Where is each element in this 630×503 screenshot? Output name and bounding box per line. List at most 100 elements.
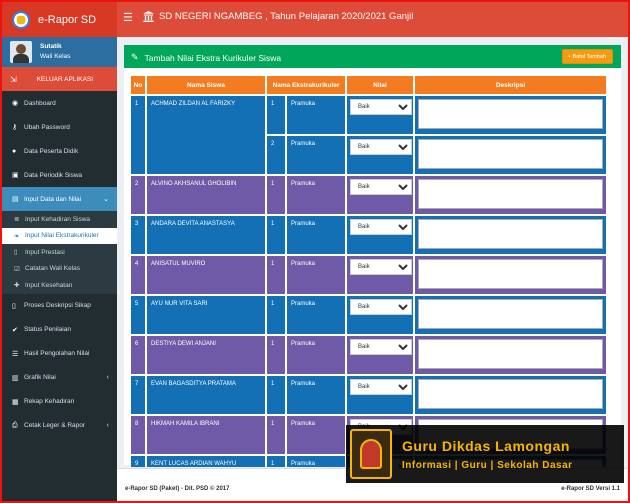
table-row: 5 AYU NUR VITA SARI 1 Pramuka Baik xyxy=(131,296,606,334)
sidebar-item-input-data[interactable]: ▤ Input Data dan Nilai ⌄ xyxy=(2,187,117,211)
chevron-down-icon: ⌄ xyxy=(103,196,109,203)
school-title: SD NEGERI NGAMBEG , Tahun Pelajaran 2020… xyxy=(143,11,413,22)
row-no: 8 xyxy=(131,416,145,454)
table-row: 3 ANDARA DEVITA ANASTASYA 1 Pramuka Baik xyxy=(131,216,606,254)
submenu-kesehatan[interactable]: ✚ Input Kesehatan xyxy=(2,277,117,294)
ekskul-no: 1 xyxy=(267,376,285,414)
list-icon: ☰ xyxy=(12,350,19,358)
nilai-select[interactable]: Baik xyxy=(350,219,412,235)
submenu-kehadiran[interactable]: ≣ Input Kehadiran Siswa xyxy=(2,211,117,228)
nilai-select[interactable]: Baik xyxy=(350,179,412,195)
chart-icon: ▥ xyxy=(12,374,19,382)
logout-label: KELUAR APLIKASI xyxy=(36,75,94,83)
deskripsi-textarea[interactable] xyxy=(418,219,603,249)
footer-version: e-Rapor SD Versi 1.1 xyxy=(561,486,620,492)
top-header: e-Rapor SD ☰ SD NEGERI NGAMBEG , Tahun P… xyxy=(2,2,628,37)
deskripsi-textarea[interactable] xyxy=(418,259,603,289)
file-icon: ▯ xyxy=(14,249,18,257)
submenu-prestasi[interactable]: ▯ Input Prestasi xyxy=(2,244,117,261)
ekskul-no: 1 xyxy=(267,456,285,467)
student-name: ANDARA DEVITA ANASTASYA xyxy=(147,216,265,254)
col-header-nilai: Nilai xyxy=(347,76,413,94)
sidebar-item-periodik[interactable]: ▣ Data Periodik Siswa xyxy=(2,163,117,187)
ekskul-table: No Nama Siswa Nama Ekstrakurikuler Nilai… xyxy=(129,74,608,467)
watermark-title: Guru Dikdas Lamongan xyxy=(402,437,570,454)
submenu-catatan[interactable]: ☑ Catatan Wali Kelas xyxy=(2,261,117,278)
check-circle-icon: ✔ xyxy=(12,326,18,334)
plus-icon: ✚ xyxy=(14,282,20,290)
sidebar: Sutatik Wali Kelas ⇲ KELUAR APLIKASI ◉ Da… xyxy=(2,37,117,501)
box-header: ✎ Tambah Nilai Ekstra Kurikuler Siswa ▪ … xyxy=(124,47,621,68)
nilai-select[interactable]: Baik xyxy=(350,339,412,355)
deskripsi-textarea[interactable] xyxy=(418,99,603,129)
sidebar-item-rekap[interactable]: ▦ Rekap Kehadiran xyxy=(2,390,117,414)
save-icon: ▪ xyxy=(568,53,571,60)
ekskul-name: Pramuka xyxy=(287,296,345,334)
watermark-logo-icon xyxy=(350,429,392,479)
sidebar-item-status[interactable]: ✔ Status Penilaian xyxy=(2,318,117,342)
user-panel: Sutatik Wali Kelas xyxy=(2,37,117,67)
submenu-ekstrakurikuler[interactable]: ❧ Input Nilai Ekstrakurikuler xyxy=(2,227,117,244)
cancel-label: Batal Tambah xyxy=(572,53,606,60)
table-row: 2 ALVINO AKHSANUL GHOLIBIN 1 Pramuka Baik xyxy=(131,176,606,214)
watermark: Guru Dikdas Lamongan Informasi | Guru | … xyxy=(346,425,624,483)
nilai-select[interactable]: Baik xyxy=(350,259,412,275)
logout-button[interactable]: ⇲ KELUAR APLIKASI xyxy=(2,67,117,91)
row-no: 3 xyxy=(131,216,145,254)
app-logo[interactable]: e-Rapor SD xyxy=(2,2,117,37)
main-content: ✎ Tambah Nilai Ekstra Kurikuler Siswa ▪ … xyxy=(117,37,628,467)
chevron-left-icon: ‹ xyxy=(106,422,109,429)
menu-toggle-icon[interactable]: ☰ xyxy=(123,13,133,24)
avatar xyxy=(10,41,32,63)
cancel-add-button[interactable]: ▪ Batal Tambah xyxy=(561,49,613,64)
nilai-select[interactable]: Baik xyxy=(350,99,412,115)
row-no: 1 xyxy=(131,96,145,174)
nilai-select[interactable]: Baik xyxy=(350,139,412,155)
sidebar-item-deskripsi-sikap[interactable]: ▯ Proses Deskripsi Sikap xyxy=(2,294,117,318)
list-icon: ≣ xyxy=(14,216,20,224)
sidebar-item-peserta[interactable]: ● Data Peserta Didik xyxy=(2,139,117,163)
sign-out-icon: ⇲ xyxy=(10,74,17,84)
student-name: ALVINO AKHSANUL GHOLIBIN xyxy=(147,176,265,214)
ekskul-no: 1 xyxy=(267,216,285,254)
sidebar-item-grafik[interactable]: ▥ Grafik Nilai ‹ xyxy=(2,366,117,390)
deskripsi-textarea[interactable] xyxy=(418,179,603,209)
school-name: SD NEGERI NGAMBEG , Tahun Pelajaran 2020… xyxy=(159,11,414,22)
ekskul-no: 2 xyxy=(267,136,285,174)
sidebar-item-hasil[interactable]: ☰ Hasil Pengolahan Nilai xyxy=(2,342,117,366)
nilai-select[interactable]: Baik xyxy=(350,299,412,315)
sidebar-item-cetak[interactable]: ⎙ Cetak Leger & Rapor ‹ xyxy=(2,414,117,438)
col-header-name: Nama Siswa xyxy=(147,76,265,94)
row-no: 6 xyxy=(131,336,145,374)
student-name: AYU NUR VITA SARI xyxy=(147,296,265,334)
ekskul-name: Pramuka xyxy=(287,336,345,374)
deskripsi-textarea[interactable] xyxy=(418,379,603,409)
clipboard-icon: ▦ xyxy=(12,398,19,406)
nilai-select[interactable]: Baik xyxy=(350,379,412,395)
deskripsi-textarea[interactable] xyxy=(418,339,603,369)
row-no: 4 xyxy=(131,256,145,294)
deskripsi-textarea[interactable] xyxy=(418,299,603,329)
ekskul-no: 1 xyxy=(267,416,285,454)
deskripsi-textarea[interactable] xyxy=(418,139,603,169)
tut-wuri-logo-icon xyxy=(12,10,30,29)
student-name: EVAN BAGASDITYA PRATAMA xyxy=(147,376,265,414)
sidebar-item-password[interactable]: ⚷ Ubah Password xyxy=(2,115,117,139)
ekskul-name: Pramuka xyxy=(287,416,345,454)
sidebar-item-dashboard[interactable]: ◉ Dashboard xyxy=(2,91,117,115)
ekskul-name: Pramuka xyxy=(287,136,345,174)
row-no: 7 xyxy=(131,376,145,414)
chevron-left-icon: ‹ xyxy=(106,374,109,381)
col-header-no: No xyxy=(131,76,145,94)
submenu: ≣ Input Kehadiran Siswa ❧ Input Nilai Ekst… xyxy=(2,211,117,294)
row-no: 5 xyxy=(131,296,145,334)
ekskul-no: 1 xyxy=(267,336,285,374)
institution-icon xyxy=(143,11,154,22)
row-no: 2 xyxy=(131,176,145,214)
footer-copyright: e-Rapor SD (Paket) - Dit. PSD © 2017 xyxy=(125,486,230,492)
ekskul-no: 1 xyxy=(267,96,285,134)
table-header-row: No Nama Siswa Nama Ekstrakurikuler Nilai… xyxy=(131,76,606,94)
col-header-deskripsi: Deskripsi xyxy=(415,76,606,94)
user-role: Wali Kelas xyxy=(40,53,71,60)
row-no: 9 xyxy=(131,456,145,467)
